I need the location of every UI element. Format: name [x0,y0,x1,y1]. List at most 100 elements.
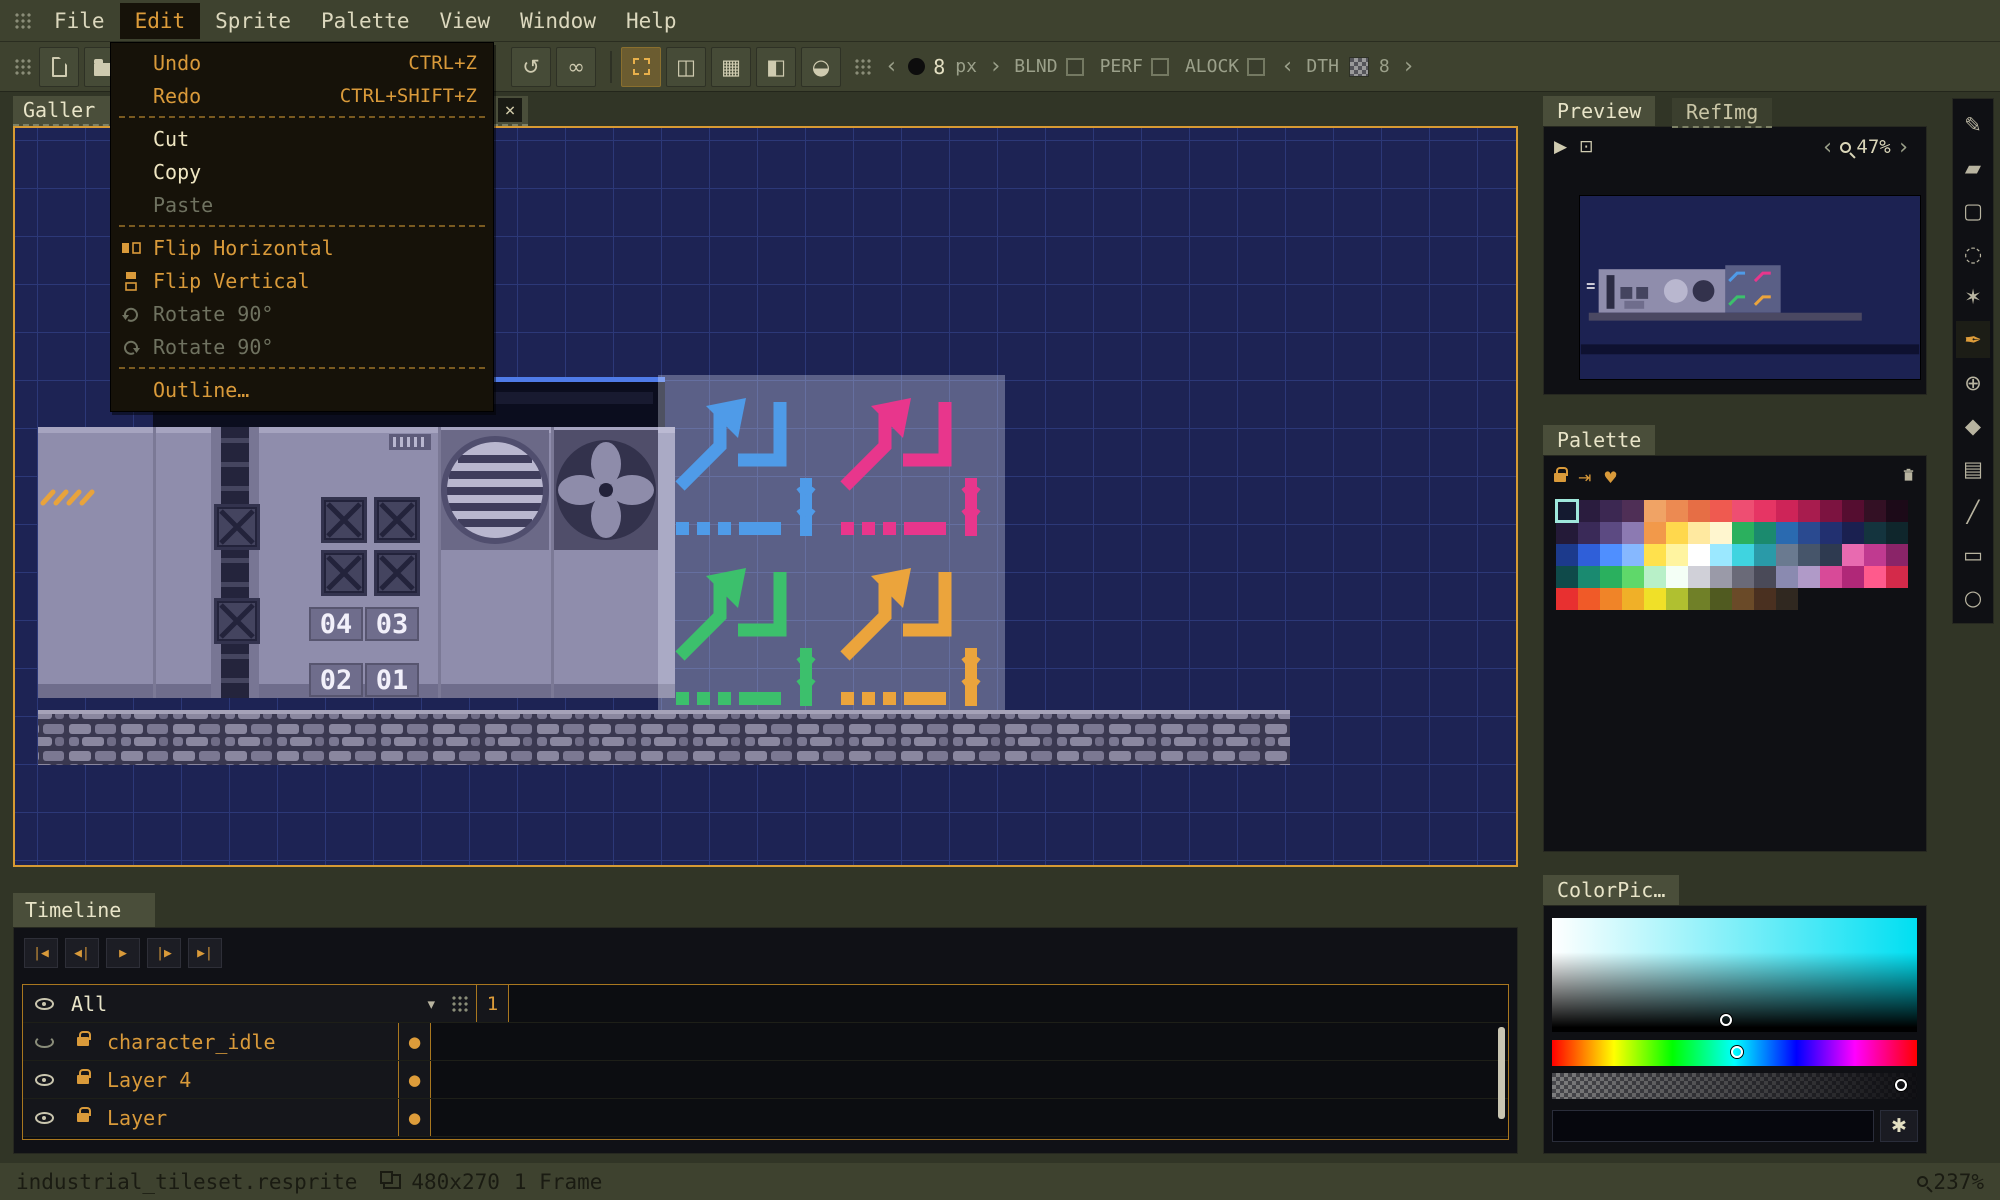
menu-edit[interactable]: Edit [120,3,201,39]
palette-swatch[interactable] [1886,544,1908,566]
frame-cel-dot[interactable]: ● [408,1109,421,1127]
palette-swatch[interactable] [1864,500,1886,522]
hue-slider[interactable] [1552,1040,1917,1066]
menu-item-copy[interactable]: Copy [111,155,493,188]
palette-swatch[interactable] [1754,566,1776,588]
menu-sprite[interactable]: Sprite [200,3,306,39]
timeline-scrollbar[interactable] [1498,1027,1505,1119]
palette-swatch[interactable] [1798,522,1820,544]
palette-swatch[interactable] [1578,566,1600,588]
palette-swatch[interactable] [1666,544,1688,566]
palette-swatch[interactable] [1556,544,1578,566]
menu-item-flip-horizontal[interactable]: Flip Horizontal [111,231,493,264]
frames-area[interactable] [431,1061,1508,1098]
palette-swatch[interactable] [1578,522,1600,544]
palette-swatch[interactable] [1842,522,1864,544]
tab-close-button[interactable]: × [498,98,522,122]
visibility-icon[interactable] [35,1074,54,1086]
first-frame-button[interactable]: |◀ [24,938,58,968]
palette-swatch[interactable] [1776,500,1798,522]
visibility-icon[interactable] [35,1112,54,1124]
palette-swatch[interactable] [1666,522,1688,544]
palette-swatch[interactable] [1644,544,1666,566]
palette-swatch[interactable] [1600,522,1622,544]
blend-checkbox[interactable] [1066,58,1084,76]
saturation-value-box[interactable] [1552,918,1917,1032]
palette-swatch[interactable] [1886,500,1908,522]
palette-swatch[interactable] [1710,544,1732,566]
menu-palette[interactable]: Palette [306,3,425,39]
palette-swatch[interactable] [1688,522,1710,544]
undo-button[interactable]: ↺ [511,47,551,87]
palette-swatch[interactable] [1578,544,1600,566]
sv-marker[interactable] [1720,1014,1732,1026]
palette-swatch[interactable] [1600,588,1622,610]
palette-swatch[interactable] [1798,544,1820,566]
menu-item-redo[interactable]: RedoCTRL+SHIFT+Z [111,79,493,112]
palette-swatch[interactable] [1556,500,1578,522]
preview-play-icon[interactable]: ▶ [1554,137,1567,157]
perf-checkbox[interactable] [1151,58,1169,76]
fill-tool[interactable]: ◆ [1956,407,1990,444]
rect-tool[interactable]: ▭ [1956,536,1990,573]
palette-swatch[interactable] [1886,566,1908,588]
lock-icon[interactable] [77,1075,89,1084]
palette-swatch[interactable] [1622,588,1644,610]
palette-swatch[interactable] [1622,544,1644,566]
symmetry-y-button[interactable]: ◒ [801,47,841,87]
palette-arrange-icon[interactable]: ⇥ [1578,468,1591,487]
dither-tool[interactable]: ▤ [1956,450,1990,487]
palette-swatch[interactable] [1754,522,1776,544]
eraser-tool[interactable]: ▰ [1956,149,1990,186]
symmetry-x-button[interactable]: ◧ [756,47,796,87]
palette-swatch[interactable] [1732,500,1754,522]
palette-swatch[interactable] [1732,588,1754,610]
layer-row[interactable]: character_idle ● [23,1023,1508,1061]
palette-swatch[interactable] [1820,566,1842,588]
palette-swatch[interactable] [1710,588,1732,610]
selection-mode-button[interactable] [621,47,661,87]
color-value-input[interactable] [1552,1110,1874,1142]
palette-swatch[interactable] [1754,500,1776,522]
preview-zoom-increase[interactable]: › [1897,135,1910,160]
alock-checkbox[interactable] [1247,58,1265,76]
palette-swatch[interactable] [1644,522,1666,544]
menu-file[interactable]: File [39,3,120,39]
frame-cel-dot[interactable]: ● [408,1071,421,1089]
palette-swatch[interactable] [1710,522,1732,544]
move-tool[interactable]: ⊕ [1956,364,1990,401]
layer-grip-icon[interactable] [451,995,468,1012]
frame-number-header[interactable]: 1 [477,985,509,1022]
palette-swatch[interactable] [1820,500,1842,522]
color-apply-button[interactable]: ✱ [1880,1110,1918,1142]
brush-size-decrease[interactable]: ‹ [885,54,898,79]
menu-item-flip-vertical[interactable]: Flip Vertical [111,264,493,297]
menu-item-outline[interactable]: Outline… [111,373,493,406]
palette-swatch[interactable] [1644,566,1666,588]
pencil-tool[interactable]: ✎ [1956,106,1990,143]
menu-item-cut[interactable]: Cut [111,122,493,155]
flip-horizontal-button[interactable]: ◫ [666,47,706,87]
dither-decrease[interactable]: ‹ [1281,54,1294,79]
palette-swatch[interactable] [1666,500,1688,522]
palette-swatch[interactable] [1556,522,1578,544]
line-tool[interactable]: ╱ [1956,493,1990,530]
alpha-marker[interactable] [1895,1079,1907,1091]
lock-icon[interactable] [77,1037,89,1046]
visibility-icon[interactable] [35,1036,54,1048]
palette-swatch[interactable] [1556,566,1578,588]
visibility-all-icon[interactable] [35,998,54,1010]
frame-cel-dot[interactable]: ● [408,1033,421,1051]
palette-swatch[interactable] [1600,500,1622,522]
palette-swatch[interactable] [1556,588,1578,610]
preview-zoom-decrease[interactable]: ‹ [1821,135,1834,160]
palette-swatch[interactable] [1776,522,1798,544]
palette-swatch[interactable] [1842,500,1864,522]
palette-swatch[interactable] [1578,588,1600,610]
palette-fav-icon[interactable]: ♥ [1603,468,1617,487]
palette-swatch[interactable] [1688,500,1710,522]
palette-swatch[interactable] [1644,500,1666,522]
alpha-slider[interactable] [1552,1073,1917,1099]
menu-view[interactable]: View [425,3,506,39]
palette-swatch[interactable] [1798,566,1820,588]
